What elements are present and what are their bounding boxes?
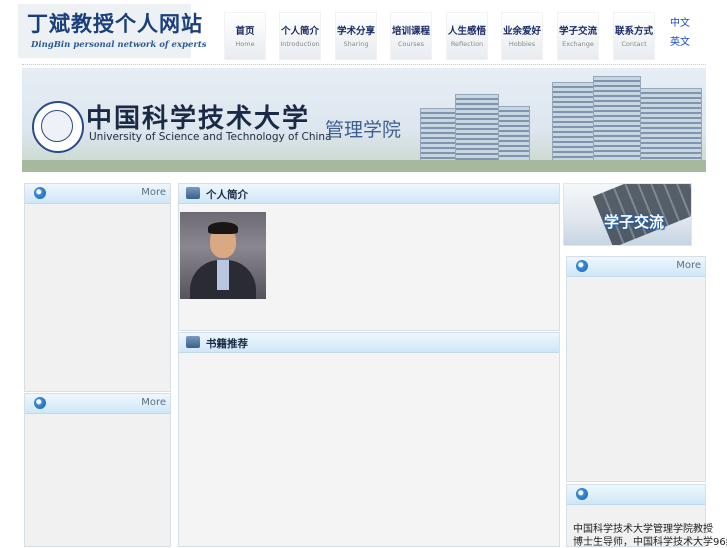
link-english[interactable]: 英文 — [670, 33, 690, 48]
globe-icon — [34, 187, 46, 199]
building — [498, 106, 530, 164]
divider — [22, 64, 706, 66]
building — [552, 82, 594, 164]
nav-courses-label: 培训课程 — [391, 26, 430, 37]
globe-icon — [576, 488, 588, 500]
panel-header: More — [25, 184, 170, 204]
nav-exchange[interactable]: 学子交流 Exchange — [557, 12, 599, 60]
building — [420, 108, 456, 164]
site-subtitle: DingBin personal network of experts — [31, 40, 207, 50]
link-chinese[interactable]: 中文 — [670, 14, 690, 29]
banner: 中国科学技术大学 University of Science and Techn… — [22, 68, 706, 172]
panel-header — [567, 485, 705, 505]
nav-contact-sublabel: Contact — [621, 40, 647, 48]
nav-hobbies-label: 业余爱好 — [502, 26, 541, 37]
nav-sharing-label: 学术分享 — [336, 26, 375, 37]
left-panel-top: More — [24, 183, 171, 392]
more-link[interactable]: More — [676, 260, 701, 271]
right-panel-top: More — [566, 256, 706, 482]
nav-contact[interactable]: 联系方式 Contact — [613, 12, 655, 60]
nav-courses[interactable]: 培训课程 Courses — [390, 12, 432, 60]
photo-hair — [208, 222, 238, 234]
nav-exchange-sublabel: Exchange — [562, 40, 594, 48]
profile-photo[interactable] — [180, 212, 266, 299]
nav-reflection-sublabel: Reflection — [450, 40, 484, 48]
university-name-en: University of Science and Technology of … — [89, 131, 332, 143]
document-icon — [186, 187, 200, 199]
nav-introduction[interactable]: 个人简介 Introduction — [279, 12, 321, 60]
profile-title[interactable]: 个人简介 — [206, 187, 248, 202]
exchange-banner-text: 学子交流 — [604, 213, 665, 231]
nav-contact-label: 联系方式 — [614, 26, 653, 37]
nav-home-label: 首页 — [235, 26, 255, 37]
more-link[interactable]: More — [141, 187, 166, 198]
globe-icon — [34, 397, 46, 409]
nav-home[interactable]: 首页 Home — [224, 12, 266, 60]
nav-hobbies-sublabel: Hobbies — [508, 40, 536, 48]
nav-sharing[interactable]: 学术分享 Sharing — [335, 12, 377, 60]
nav-sharing-sublabel: Sharing — [343, 40, 369, 48]
nav-hobbies[interactable]: 业余爱好 Hobbies — [501, 12, 543, 60]
photo-shirt — [217, 260, 229, 290]
globe-icon — [576, 260, 588, 272]
books-title[interactable]: 书籍推荐 — [206, 336, 248, 351]
nav-home-sublabel: Home — [235, 40, 255, 48]
intro-line: 博士生导师，中国科学技术大学96级 — [573, 537, 727, 548]
nav-introduction-sublabel: Introduction — [280, 40, 320, 48]
building — [593, 76, 641, 164]
building — [640, 88, 702, 164]
panel-header: More — [567, 257, 705, 277]
building — [455, 94, 499, 164]
nav-courses-sublabel: Courses — [397, 40, 425, 48]
panel-header: More — [25, 394, 170, 414]
school-name: 管理学院 — [325, 119, 402, 141]
banner-ground — [22, 160, 706, 172]
panel-header: 书籍推荐 — [179, 333, 559, 353]
document-icon — [186, 336, 200, 348]
nav-exchange-label: 学子交流 — [558, 26, 597, 37]
panel-header: 个人简介 — [179, 184, 559, 204]
left-panel-bottom: More — [24, 393, 171, 547]
nav-introduction-label: 个人简介 — [280, 26, 319, 37]
more-link[interactable]: More — [141, 397, 166, 408]
nav-reflection-label: 人生感悟 — [447, 26, 486, 37]
exchange-banner[interactable]: 学子交流 — [563, 183, 692, 246]
site-title: 丁斌教授个人网站 — [27, 11, 203, 36]
emblem-inner — [41, 110, 73, 142]
university-name-cn: 中国科学技术大学 — [86, 104, 311, 134]
nav-reflection[interactable]: 人生感悟 Reflection — [446, 12, 488, 60]
books-panel: 书籍推荐 — [178, 332, 560, 547]
